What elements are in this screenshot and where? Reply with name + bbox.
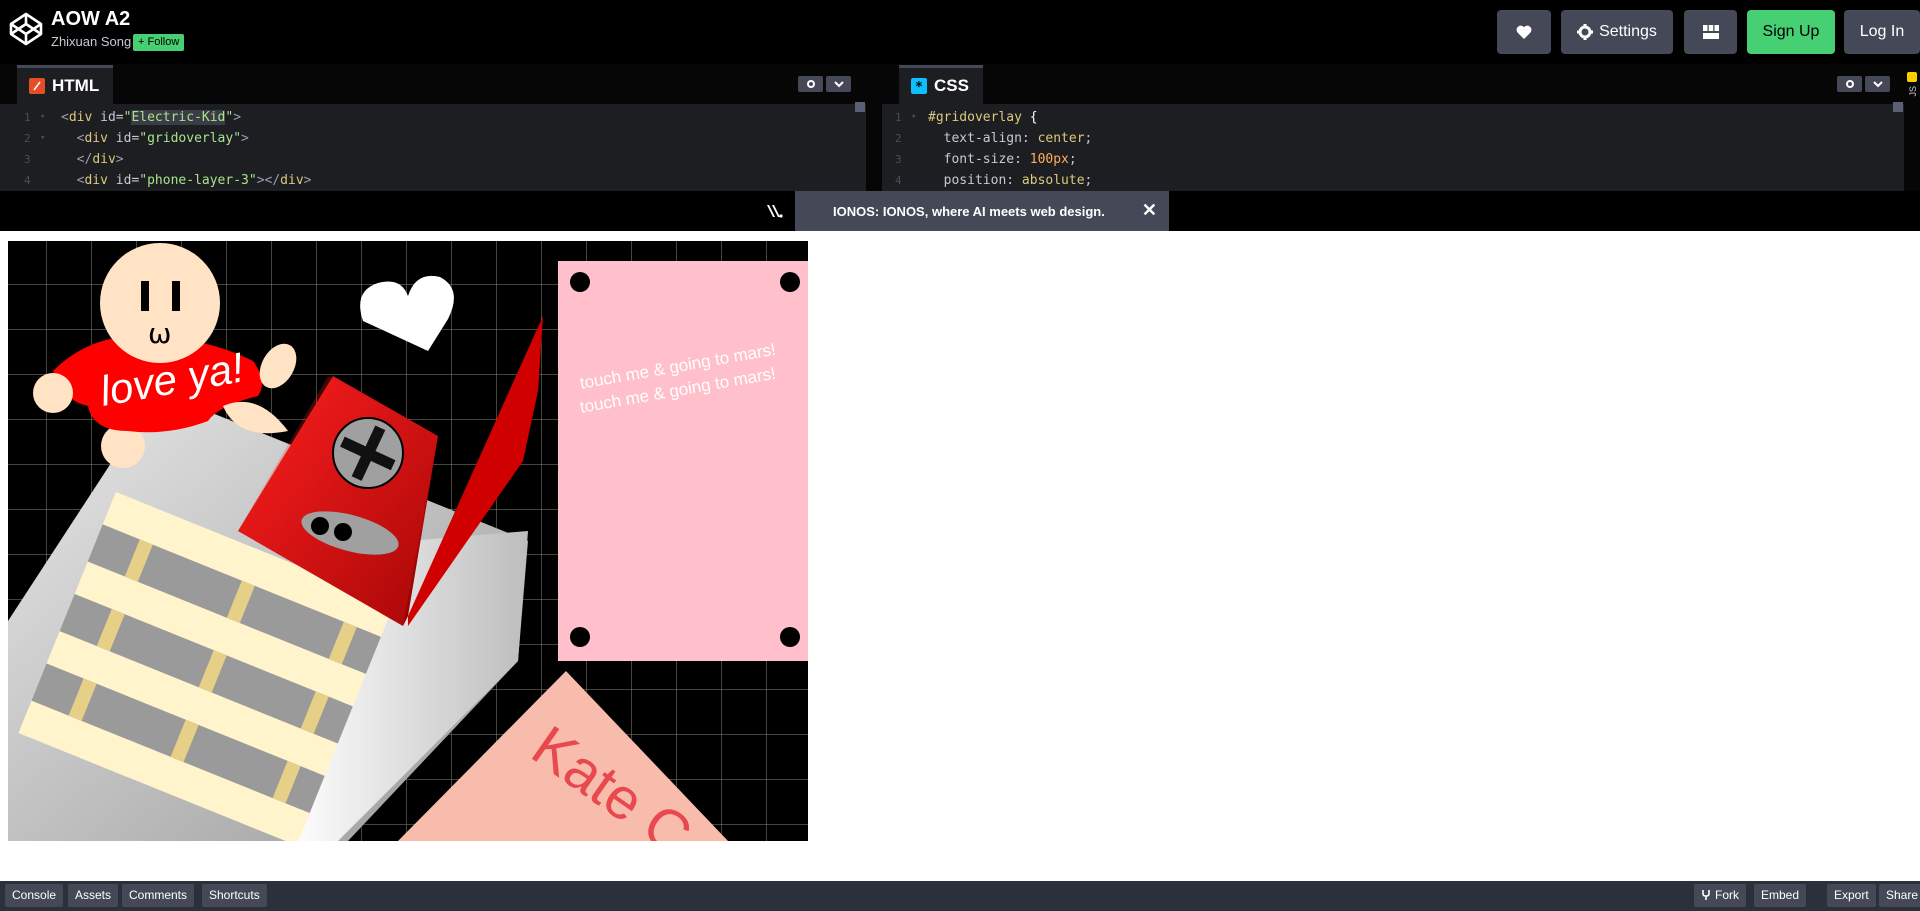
html-code[interactable]: 1<div id="Electric-Kid"> 2 <div id="grid… xyxy=(0,107,866,191)
tab-html[interactable]: HTML xyxy=(17,65,114,104)
css-scrollbar[interactable] xyxy=(1893,102,1903,112)
fork-button[interactable]: Fork xyxy=(1694,884,1746,907)
ad-banner[interactable]: IONOS: IONOS, where AI meets web design.… xyxy=(795,191,1169,231)
heart-icon xyxy=(1516,25,1532,39)
log-in-button[interactable]: Log In xyxy=(1844,10,1920,54)
css-tabbar: * CSS xyxy=(882,64,1904,104)
html-settings-button[interactable] xyxy=(798,76,823,92)
close-icon[interactable]: ✕ xyxy=(1142,200,1157,221)
code-line: 3 </div> xyxy=(24,152,124,167)
code-line: 1<div id="Electric-Kid"> xyxy=(0,107,866,128)
settings-label: Settings xyxy=(1599,23,1657,40)
sign-up-button[interactable]: Sign Up xyxy=(1747,10,1835,54)
author-name[interactable]: Zhixuan Song xyxy=(51,34,131,49)
export-button[interactable]: Export xyxy=(1827,884,1876,907)
assets-button[interactable]: Assets xyxy=(68,884,119,907)
js-label: JS xyxy=(1908,86,1918,97)
fork-icon xyxy=(1702,890,1710,900)
ad-bar: IONOS: IONOS, where AI meets web design.… xyxy=(0,191,1920,231)
html-icon xyxy=(29,78,45,94)
code-line: 2 <div id="gridoverlay"> xyxy=(0,128,866,149)
share-button[interactable]: Share xyxy=(1879,884,1920,907)
css-editor: * CSS 1#gridoverlay { 2 text-align: cent… xyxy=(882,64,1904,191)
editor-panel: HTML 1<div id="Electric-Kid"> 2 <div id=… xyxy=(0,64,1920,191)
code-line: 4 <div id="phone-layer-3"></div> xyxy=(24,173,312,188)
code-line: 4 position: absolute; xyxy=(895,173,1093,188)
html-tabbar: HTML xyxy=(0,64,866,104)
html-editor: HTML 1<div id="Electric-Kid"> 2 <div id=… xyxy=(0,64,866,191)
svg-text:ω: ω xyxy=(148,317,171,350)
bottom-toolbar: Console Assets Comments Shortcuts Fork E… xyxy=(0,881,1920,911)
love-button[interactable] xyxy=(1497,10,1551,54)
html-editor-controls xyxy=(798,76,851,92)
gear-icon xyxy=(1577,24,1594,40)
top-header: AOW A2 Zhixuan Song + Follow Settings Si… xyxy=(0,0,1920,64)
ad-network-icon xyxy=(767,205,783,218)
editor-resizer[interactable] xyxy=(866,64,882,191)
css-icon: * xyxy=(911,78,927,95)
follow-button[interactable]: + Follow xyxy=(133,34,185,51)
svg-text:*: * xyxy=(915,80,923,94)
preview-pane: ω love ya! touch me & going to mars! tou… xyxy=(0,231,1920,881)
css-editor-controls xyxy=(1837,76,1890,92)
codepen-logo-icon[interactable] xyxy=(8,11,44,47)
pink-card: touch me & going to mars! touch me & goi… xyxy=(558,261,808,661)
artwork-canvas: ω love ya! touch me & going to mars! tou… xyxy=(8,241,808,841)
pen-title: AOW A2 xyxy=(51,8,131,30)
html-collapse-button[interactable] xyxy=(826,76,851,92)
tab-html-label: HTML xyxy=(52,76,100,95)
css-code[interactable]: 1#gridoverlay { 2 text-align: center; 3 … xyxy=(882,107,1904,191)
html-scrollbar[interactable] xyxy=(855,102,865,112)
code-line: 3 font-size: 100px; xyxy=(895,152,1077,167)
js-collapsed-panel[interactable]: JS xyxy=(1904,64,1920,191)
gear-icon xyxy=(806,80,815,88)
tab-css-label: CSS xyxy=(934,76,969,95)
console-button[interactable]: Console xyxy=(5,884,64,907)
code-line: 1#gridoverlay { xyxy=(882,107,1904,128)
embed-button[interactable]: Embed xyxy=(1754,884,1807,907)
layout-grid-icon xyxy=(1702,25,1719,39)
chevron-down-icon xyxy=(1872,80,1883,87)
css-settings-button[interactable] xyxy=(1837,76,1862,92)
code-line: 2 text-align: center; xyxy=(895,131,1093,146)
ad-text: IONOS: IONOS, where AI meets web design. xyxy=(833,203,1105,219)
shortcuts-button[interactable]: Shortcuts xyxy=(202,884,267,907)
chevron-down-icon xyxy=(833,80,844,87)
tab-css[interactable]: * CSS xyxy=(899,65,983,104)
electric-kid-artwork[interactable]: ω love ya! touch me & going to mars! tou… xyxy=(8,241,808,841)
comments-button[interactable]: Comments xyxy=(122,884,195,907)
gear-icon xyxy=(1845,80,1854,88)
layout-button[interactable] xyxy=(1684,10,1737,54)
css-collapse-button[interactable] xyxy=(1865,76,1890,92)
fork-label: Fork xyxy=(1715,888,1739,902)
js-icon xyxy=(1907,72,1917,82)
settings-button[interactable]: Settings xyxy=(1561,10,1673,54)
